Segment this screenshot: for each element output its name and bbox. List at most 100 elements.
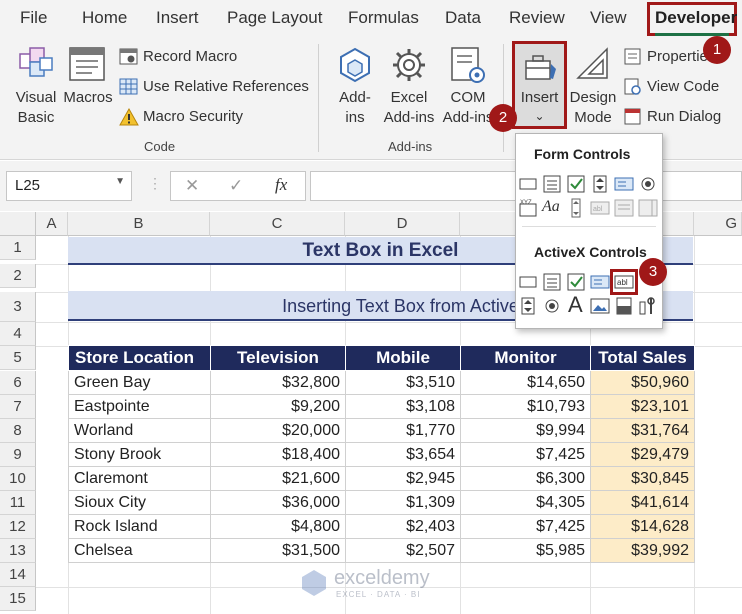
activex-toggle-button-icon[interactable] bbox=[614, 296, 634, 316]
sales-value-cell[interactable]: $1,309 bbox=[345, 490, 461, 515]
table-header[interactable]: Television bbox=[210, 345, 346, 371]
view-code-button[interactable]: View Code bbox=[647, 78, 719, 95]
visual-basic-icon[interactable] bbox=[16, 44, 56, 84]
form-combo-box-icon[interactable] bbox=[542, 174, 562, 194]
tab-formulas[interactable]: Formulas bbox=[348, 8, 419, 28]
sales-value-cell[interactable]: $36,000 bbox=[210, 490, 346, 515]
form-group-box-icon[interactable]: XYZ bbox=[518, 198, 538, 218]
sales-value-cell[interactable]: $7,425 bbox=[460, 514, 591, 539]
form-label-icon[interactable]: Aa bbox=[542, 198, 560, 216]
activex-command-button-icon[interactable] bbox=[518, 272, 538, 292]
row-header[interactable]: 6 bbox=[0, 371, 36, 395]
store-location-cell[interactable]: Rock Island bbox=[68, 514, 211, 539]
sales-value-cell[interactable]: $3,654 bbox=[345, 442, 461, 467]
store-location-cell[interactable]: Chelsea bbox=[68, 538, 211, 563]
name-box[interactable]: L25 ▼ bbox=[6, 171, 132, 201]
row-header[interactable]: 9 bbox=[0, 443, 36, 467]
sales-value-cell[interactable]: $31,500 bbox=[210, 538, 346, 563]
chevron-down-icon[interactable]: ▼ bbox=[115, 176, 125, 187]
design-mode-icon[interactable] bbox=[575, 46, 611, 82]
sales-value-cell[interactable]: $9,200 bbox=[210, 394, 346, 419]
tab-data[interactable]: Data bbox=[445, 8, 481, 28]
sales-value-cell[interactable]: $3,510 bbox=[345, 370, 461, 395]
row-header[interactable]: 11 bbox=[0, 491, 36, 515]
store-location-cell[interactable]: Worland bbox=[68, 418, 211, 443]
row-header[interactable]: 2 bbox=[0, 264, 36, 288]
sales-value-cell[interactable]: $6,300 bbox=[460, 466, 591, 491]
table-header[interactable]: Mobile bbox=[345, 345, 461, 371]
column-header[interactable]: C bbox=[210, 212, 345, 236]
column-header[interactable]: B bbox=[68, 212, 210, 236]
tab-file[interactable]: File bbox=[20, 8, 47, 28]
activex-text-box-button[interactable]: abl bbox=[610, 269, 638, 295]
form-checkbox-icon[interactable] bbox=[566, 174, 586, 194]
row-header[interactable]: 1 bbox=[0, 236, 36, 260]
store-location-cell[interactable]: Stony Brook bbox=[68, 442, 211, 467]
tab-review[interactable]: Review bbox=[509, 8, 565, 28]
table-header[interactable]: Monitor bbox=[460, 345, 591, 371]
total-sales-cell[interactable]: $29,479 bbox=[590, 442, 695, 467]
form-button-icon[interactable] bbox=[518, 174, 538, 194]
total-sales-cell[interactable]: $31,764 bbox=[590, 418, 695, 443]
tab-page-layout[interactable]: Page Layout bbox=[227, 8, 322, 28]
macros-button[interactable]: Macros bbox=[63, 88, 113, 108]
sales-value-cell[interactable]: $4,305 bbox=[460, 490, 591, 515]
activex-checkbox-icon[interactable] bbox=[566, 272, 586, 292]
store-location-cell[interactable]: Claremont bbox=[68, 466, 211, 491]
sales-value-cell[interactable]: $2,403 bbox=[345, 514, 461, 539]
sales-value-cell[interactable]: $20,000 bbox=[210, 418, 346, 443]
record-macro-button[interactable]: Record Macro bbox=[143, 48, 237, 65]
column-header[interactable]: D bbox=[345, 212, 460, 236]
macros-icon[interactable] bbox=[68, 46, 108, 84]
sales-value-cell[interactable]: $1,770 bbox=[345, 418, 461, 443]
sales-value-cell[interactable]: $5,985 bbox=[460, 538, 591, 563]
row-header[interactable]: 14 bbox=[0, 563, 36, 587]
row-header[interactable]: 5 bbox=[0, 346, 36, 370]
activex-option-button-icon[interactable] bbox=[542, 296, 562, 316]
use-relative-references-button[interactable]: Use Relative References bbox=[143, 78, 309, 95]
tab-home[interactable]: Home bbox=[82, 8, 127, 28]
store-location-cell[interactable]: Eastpointe bbox=[68, 394, 211, 419]
activex-image-icon[interactable] bbox=[590, 296, 610, 316]
gear-icon[interactable] bbox=[390, 46, 428, 84]
select-all-corner[interactable] bbox=[0, 212, 36, 236]
row-header[interactable]: 8 bbox=[0, 419, 36, 443]
cancel-icon[interactable]: ✕ bbox=[185, 176, 199, 196]
row-header[interactable]: 4 bbox=[0, 322, 36, 346]
sales-value-cell[interactable]: $21,600 bbox=[210, 466, 346, 491]
addins-icon[interactable] bbox=[336, 46, 374, 84]
total-sales-cell[interactable]: $23,101 bbox=[590, 394, 695, 419]
table-header[interactable]: Store Location bbox=[68, 345, 211, 371]
excel-addins-button[interactable]: Excel Add-ins bbox=[380, 88, 438, 128]
total-sales-cell[interactable]: $14,628 bbox=[590, 514, 695, 539]
tab-insert[interactable]: Insert bbox=[156, 8, 199, 28]
total-sales-cell[interactable]: $30,845 bbox=[590, 466, 695, 491]
tab-developer[interactable]: Developer bbox=[655, 8, 737, 28]
store-location-cell[interactable]: Green Bay bbox=[68, 370, 211, 395]
insert-controls-button[interactable]: Insert ⌄ bbox=[512, 41, 567, 129]
sales-value-cell[interactable]: $9,994 bbox=[460, 418, 591, 443]
sales-value-cell[interactable]: $32,800 bbox=[210, 370, 346, 395]
form-option-button-icon[interactable] bbox=[638, 174, 658, 194]
form-list-box-icon[interactable] bbox=[614, 174, 634, 194]
sales-value-cell[interactable]: $10,793 bbox=[460, 394, 591, 419]
store-location-cell[interactable]: Sioux City bbox=[68, 490, 211, 515]
activex-spin-button-icon[interactable] bbox=[518, 296, 538, 316]
row-header[interactable]: 3 bbox=[0, 292, 36, 322]
insert-function-icon[interactable]: fx bbox=[275, 175, 287, 195]
addins-button[interactable]: Add-ins bbox=[333, 88, 377, 128]
more-controls-icon[interactable] bbox=[638, 296, 658, 316]
activex-combo-box-icon[interactable] bbox=[542, 272, 562, 292]
table-header[interactable]: Total Sales bbox=[590, 345, 695, 371]
sales-value-cell[interactable]: $4,800 bbox=[210, 514, 346, 539]
design-mode-button[interactable]: Design Mode bbox=[567, 88, 619, 128]
sales-value-cell[interactable]: $3,108 bbox=[345, 394, 461, 419]
run-dialog-button[interactable]: Run Dialog bbox=[647, 108, 721, 125]
row-header[interactable]: 10 bbox=[0, 467, 36, 491]
sales-value-cell[interactable]: $2,945 bbox=[345, 466, 461, 491]
column-header[interactable]: A bbox=[36, 212, 68, 236]
com-addins-icon[interactable] bbox=[448, 46, 488, 86]
row-header[interactable]: 15 bbox=[0, 587, 36, 611]
total-sales-cell[interactable]: $39,992 bbox=[590, 538, 695, 563]
row-header[interactable]: 13 bbox=[0, 539, 36, 563]
